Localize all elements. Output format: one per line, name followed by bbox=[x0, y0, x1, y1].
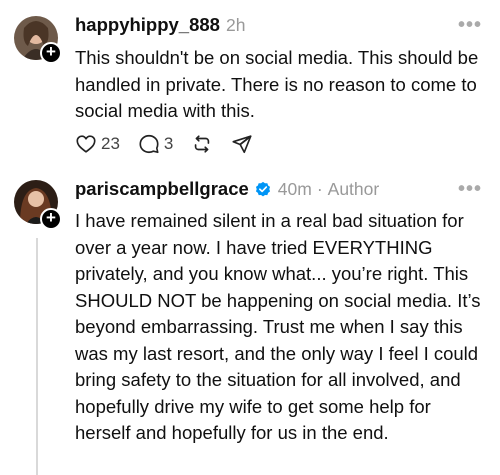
comment-icon bbox=[139, 134, 159, 154]
post-text: This shouldn't be on social media. This … bbox=[75, 47, 479, 121]
reply-post: + happyhippy_888 2h ••• This shouldn't b… bbox=[0, 0, 500, 180]
reply-count: 3 bbox=[163, 134, 174, 153]
share-button[interactable] bbox=[231, 133, 253, 155]
author-label: Author bbox=[327, 178, 380, 199]
send-icon bbox=[232, 135, 252, 154]
author-reply-post: + pariscampbellgrace 40m · Author ••• I … bbox=[0, 178, 500, 475]
like-count: 23 bbox=[101, 134, 120, 153]
username[interactable]: happyhippy_888 bbox=[75, 14, 220, 36]
follow-button[interactable]: + bbox=[40, 42, 62, 64]
more-options-icon[interactable]: ••• bbox=[458, 14, 482, 37]
repost-button[interactable] bbox=[191, 133, 213, 155]
heart-icon bbox=[76, 135, 96, 153]
action-bar: 23 3 bbox=[75, 133, 271, 155]
post-text: I have remained silent in a real bad sit… bbox=[75, 210, 481, 443]
timestamp: 40m bbox=[277, 178, 312, 199]
verified-badge-icon bbox=[255, 181, 270, 197]
timestamp: 2h bbox=[225, 14, 246, 35]
thread-line bbox=[36, 238, 38, 475]
follow-button[interactable]: + bbox=[40, 208, 62, 230]
reply-button[interactable]: 3 bbox=[138, 133, 173, 155]
more-options-icon[interactable]: ••• bbox=[458, 178, 482, 201]
repost-icon bbox=[195, 135, 210, 153]
post-header: happyhippy_888 2h bbox=[75, 14, 245, 36]
separator: · bbox=[316, 178, 323, 199]
like-button[interactable]: 23 bbox=[75, 133, 120, 155]
post-header: pariscampbellgrace 40m · Author bbox=[75, 178, 379, 200]
username[interactable]: pariscampbellgrace bbox=[75, 178, 249, 200]
